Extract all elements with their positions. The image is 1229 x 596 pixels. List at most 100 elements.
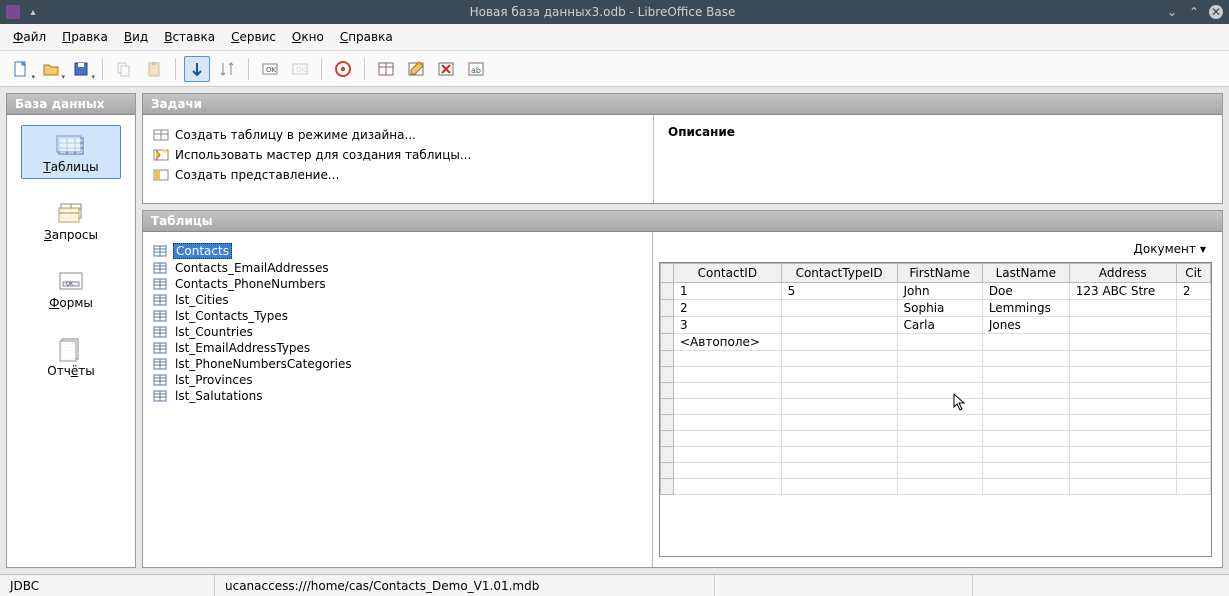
- table-name: lst_EmailAddressTypes: [173, 341, 312, 355]
- pin-icon[interactable]: ▴: [26, 5, 40, 19]
- menu-insert[interactable]: Вставка: [157, 27, 222, 47]
- db-item-label: Запросы: [44, 228, 98, 242]
- db-item-label: Формы: [49, 296, 93, 310]
- form-button[interactable]: OK: [257, 56, 283, 82]
- cell[interactable]: [1176, 300, 1210, 317]
- svg-text:OK: OK: [66, 282, 74, 288]
- col-LastName[interactable]: LastName: [982, 264, 1069, 283]
- cell[interactable]: Jones: [982, 317, 1069, 334]
- table-item-lst_PhoneNumbersCategories[interactable]: lst_PhoneNumbersCategories: [153, 356, 642, 372]
- table-icon: [153, 277, 167, 291]
- save-button[interactable]: ▾: [68, 56, 94, 82]
- sort-asc-button[interactable]: [184, 56, 210, 82]
- menu-edit[interactable]: Правка: [55, 27, 115, 47]
- menu-view[interactable]: Вид: [117, 27, 155, 47]
- db-item-reports[interactable]: Отчёты: [21, 329, 121, 383]
- help-button[interactable]: [330, 56, 356, 82]
- col-ContactID[interactable]: ContactID: [674, 264, 782, 283]
- table-item-lst_Salutations[interactable]: lst_Salutations: [153, 388, 642, 404]
- svg-text:ab: ab: [471, 66, 481, 75]
- table-item-lst_Cities[interactable]: lst_Cities: [153, 292, 642, 308]
- table-name: lst_Cities: [173, 293, 231, 307]
- table-row[interactable]: 15JohnDoe123 ABC Stre2: [661, 283, 1211, 300]
- task-label: Создать представление...: [175, 168, 339, 182]
- cell[interactable]: [781, 317, 897, 334]
- table-row[interactable]: 3 CarlaJones: [661, 317, 1211, 334]
- table-item-lst_Countries[interactable]: lst_Countries: [153, 324, 642, 340]
- db-item-forms[interactable]: OK Формы: [21, 261, 121, 315]
- col-Address[interactable]: Address: [1069, 264, 1176, 283]
- db-item-queries[interactable]: Запросы: [21, 193, 121, 247]
- window-titlebar: ▴ Новая база данных3.odb - LibreOffice B…: [0, 0, 1229, 24]
- document-preview-button[interactable]: Документ ▼: [1130, 240, 1211, 258]
- col-ContactTypeID[interactable]: ContactTypeID: [781, 264, 897, 283]
- cell[interactable]: 2: [674, 300, 782, 317]
- main-area: База данных ТаблицыЗапросыOKФормыОтчёты …: [0, 87, 1229, 574]
- cell[interactable]: Lemmings: [982, 300, 1069, 317]
- new-table-design-button[interactable]: [373, 56, 399, 82]
- tasks-panel: Задачи Создать таблицу в режиме дизайна.…: [142, 93, 1223, 204]
- menu-tools[interactable]: Сервис: [224, 27, 283, 47]
- cell[interactable]: Doe: [982, 283, 1069, 300]
- table-icon: [153, 357, 167, 371]
- delete-table-button[interactable]: [433, 56, 459, 82]
- database-panel-header: База данных: [7, 94, 135, 115]
- sort-desc-button[interactable]: [214, 56, 240, 82]
- app-icon: [6, 5, 20, 19]
- close-button[interactable]: ✕: [1209, 5, 1223, 19]
- menu-help[interactable]: Справка: [333, 27, 400, 47]
- maximize-button[interactable]: ⌃: [1187, 5, 1201, 19]
- table-item-Contacts_PhoneNumbers[interactable]: Contacts_PhoneNumbers: [153, 276, 642, 292]
- cell[interactable]: John: [897, 283, 982, 300]
- table-item-Contacts[interactable]: Contacts: [153, 242, 642, 260]
- cell[interactable]: Carla: [897, 317, 982, 334]
- status-path: ucanaccess:///home/cas/Contacts_Demo_V1.…: [215, 575, 715, 596]
- svg-text:OK: OK: [296, 66, 307, 74]
- table-item-lst_Provinces[interactable]: lst_Provinces: [153, 372, 642, 388]
- autofield-cell[interactable]: <Автополе>: [674, 334, 782, 351]
- table-name: lst_Countries: [173, 325, 255, 339]
- cell[interactable]: 2: [1176, 283, 1210, 300]
- open-button[interactable]: ▾: [38, 56, 64, 82]
- task-item-1[interactable]: Использовать мастер для создания таблицы…: [153, 145, 643, 165]
- status-bar: JDBC ucanaccess:///home/cas/Contacts_Dem…: [0, 574, 1229, 596]
- table-name: lst_Provinces: [173, 373, 255, 387]
- table-icon: [153, 341, 167, 355]
- cell[interactable]: 5: [781, 283, 897, 300]
- tasks-panel-header: Задачи: [143, 94, 1222, 115]
- cell[interactable]: [1069, 300, 1176, 317]
- cell[interactable]: 123 ABC Stre: [1069, 283, 1176, 300]
- menu-window[interactable]: Окно: [285, 27, 331, 47]
- cell[interactable]: Sophia: [897, 300, 982, 317]
- form-wizard-button[interactable]: OK: [287, 56, 313, 82]
- table-item-lst_EmailAddressTypes[interactable]: lst_EmailAddressTypes: [153, 340, 642, 356]
- status-driver: JDBC: [0, 575, 215, 596]
- table-row[interactable]: 2 SophiaLemmings: [661, 300, 1211, 317]
- table-row-new[interactable]: <Автополе>: [661, 334, 1211, 351]
- copy-button[interactable]: [111, 56, 137, 82]
- task-item-2[interactable]: Создать представление...: [153, 165, 643, 185]
- task-item-0[interactable]: Создать таблицу в режиме дизайна...: [153, 125, 643, 145]
- col-FirstName[interactable]: FirstName: [897, 264, 982, 283]
- status-empty: [715, 575, 973, 596]
- cell[interactable]: 3: [674, 317, 782, 334]
- table-name: lst_Contacts_Types: [173, 309, 290, 323]
- rename-table-button[interactable]: ab: [463, 56, 489, 82]
- cell[interactable]: [1176, 317, 1210, 334]
- col-Cit[interactable]: Cit: [1176, 264, 1210, 283]
- paste-button[interactable]: [141, 56, 167, 82]
- menu-file[interactable]: Файл: [6, 27, 53, 47]
- minimize-button[interactable]: ⌄: [1165, 5, 1179, 19]
- table-icon: [153, 373, 167, 387]
- edit-table-button[interactable]: [403, 56, 429, 82]
- table-item-Contacts_EmailAddresses[interactable]: Contacts_EmailAddresses: [153, 260, 642, 276]
- cell[interactable]: 1: [674, 283, 782, 300]
- data-preview-grid[interactable]: ContactIDContactTypeIDFirstNameLastNameA…: [659, 262, 1212, 557]
- cell[interactable]: [1069, 317, 1176, 334]
- db-item-tables[interactable]: Таблицы: [21, 125, 121, 179]
- table-item-lst_Contacts_Types[interactable]: lst_Contacts_Types: [153, 308, 642, 324]
- new-button[interactable]: ▾: [8, 56, 34, 82]
- cell[interactable]: [781, 300, 897, 317]
- table-name: Contacts_PhoneNumbers: [173, 277, 328, 291]
- table-name: Contacts: [173, 243, 232, 259]
